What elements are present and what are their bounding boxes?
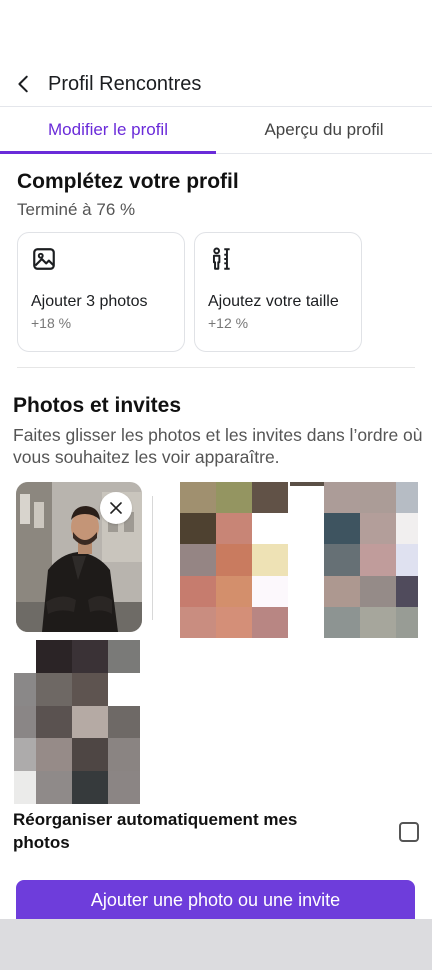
image-icon	[33, 248, 55, 270]
add-height-card[interactable]: Ajoutez votre taille +12 %	[194, 232, 362, 352]
progress-text: Terminé à 76 %	[17, 200, 136, 219]
height-icon	[212, 247, 230, 270]
photo-separator	[152, 496, 153, 620]
auto-arrange-checkbox[interactable]	[399, 822, 419, 842]
profile-photo-4[interactable]	[14, 640, 140, 804]
profile-photo-3[interactable]	[324, 482, 418, 638]
system-navigation-bar	[0, 919, 432, 970]
photos-heading: Photos et invites	[13, 394, 182, 417]
add-photos-pct: +18 %	[31, 315, 72, 331]
profile-photo-2[interactable]	[180, 482, 288, 638]
tab-edit-profile[interactable]: Modifier le profil	[0, 107, 216, 154]
section-divider	[17, 367, 415, 368]
auto-arrange-label: Réorganiser automatiquement mes photos	[13, 810, 298, 852]
add-photos-card[interactable]: Ajouter 3 photos +18 %	[17, 232, 185, 352]
close-icon	[110, 502, 122, 514]
top-bar: Profil Rencontres	[0, 62, 432, 106]
photos-description: Faites glisser les photos et les invites…	[13, 425, 423, 467]
complete-profile-section: Complétez votre profil Terminé à 76 % Aj…	[17, 170, 417, 352]
add-photos-label: Ajouter 3 photos	[31, 293, 148, 310]
add-height-label: Ajoutez votre taille	[208, 293, 339, 310]
photos-section: Photos et invites Faites glisser les pho…	[13, 394, 423, 468]
tab-bar: Modifier le profil Aperçu du profil	[0, 106, 432, 154]
complete-profile-heading: Complétez votre profil	[17, 170, 239, 193]
chevron-left-icon	[18, 75, 28, 93]
suggestion-cards: Ajouter 3 photos +18 % Ajoutez votre tai…	[17, 232, 417, 352]
remove-photo-button[interactable]	[100, 492, 132, 524]
tab-profile-preview[interactable]: Aperçu du profil	[216, 107, 432, 153]
photo-2-top-strip	[290, 482, 326, 486]
page-title: Profil Rencontres	[48, 72, 202, 95]
back-button[interactable]	[0, 62, 48, 106]
add-photo-or-prompt-button[interactable]: Ajouter une photo ou une invite	[16, 880, 415, 920]
add-height-pct: +12 %	[208, 315, 249, 331]
